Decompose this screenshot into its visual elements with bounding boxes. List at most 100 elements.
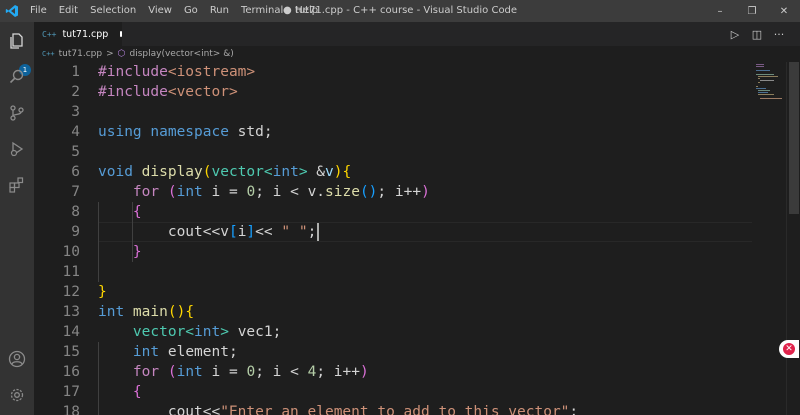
tab-label: tut71.cpp <box>62 28 109 40</box>
code-token: { <box>132 204 142 220</box>
line-number: 5 <box>71 144 80 160</box>
code-line[interactable]: 13 int main(){ <box>34 302 786 322</box>
code-line[interactable]: 14 vector<int> vec1; <box>34 322 786 342</box>
code-token: <vector> <box>167 84 238 100</box>
code-token: ( <box>202 164 212 180</box>
code-token: main <box>124 304 168 320</box>
vscode-logo-icon <box>0 0 24 22</box>
code-token: 0 <box>246 364 256 380</box>
code-token: vector< <box>211 164 273 180</box>
code-line[interactable]: 17 { <box>34 382 786 402</box>
menu-help[interactable]: Help <box>289 0 324 22</box>
breadcrumb: C++ tut71.cpp > ⬡ display(vector<int> &) <box>34 46 800 62</box>
code-editor[interactable]: 1 #include<iostream> 2 #include<vector> 3 4 us… <box>34 62 786 415</box>
restore-button[interactable]: ❐ <box>736 0 768 22</box>
code-line[interactable]: 10 } <box>34 242 786 262</box>
explorer-button[interactable] <box>0 24 34 58</box>
unsaved-dot-icon[interactable] <box>120 31 122 37</box>
code-text: int main(){ <box>98 302 194 322</box>
source-control-button[interactable] <box>0 96 34 130</box>
code-line[interactable]: 15 int element; <box>34 342 786 362</box>
code-line[interactable]: 3 <box>34 102 786 122</box>
line-number: 16 <box>62 364 80 380</box>
line-number: 10 <box>62 244 80 260</box>
line-number: 7 <box>71 184 80 200</box>
account-icon <box>8 350 26 368</box>
code-line[interactable]: 1 #include<iostream> <box>34 62 786 82</box>
symbol-method-icon: ⬡ <box>117 49 126 59</box>
tab-bar: C++ tut71.cpp ▷ ◫ ··· <box>34 22 800 46</box>
code-line[interactable]: 4 using namespace std; <box>34 122 786 142</box>
breadcrumb-symbol[interactable]: display(vector<int> &) <box>130 49 234 59</box>
code-line[interactable]: 2 #include<vector> <box>34 82 786 102</box>
code-token: ; i < v. <box>255 184 326 200</box>
code-token: > <box>298 164 317 180</box>
code-text: int element; <box>98 342 238 362</box>
code-token: & <box>316 164 326 180</box>
code-token: cout<<v <box>98 224 229 240</box>
menu-edit[interactable]: Edit <box>53 0 84 22</box>
code-line[interactable]: 6 void display(vector<int> &v){ <box>34 162 786 182</box>
close-button[interactable]: ✕ <box>768 0 800 22</box>
account-button[interactable] <box>0 342 34 376</box>
menu-bar: File Edit Selection View Go Run Terminal Help <box>24 0 324 22</box>
code-token: i = <box>202 184 247 200</box>
text-cursor <box>317 223 319 241</box>
code-token: [ <box>228 224 238 240</box>
menu-run[interactable]: Run <box>204 0 235 22</box>
code-line[interactable]: 16 for (int i = 0; i < 4; i++) <box>34 362 786 382</box>
search-button[interactable] <box>0 60 34 94</box>
code-token: i = <box>202 364 247 380</box>
menu-go[interactable]: Go <box>178 0 204 22</box>
indent-guide <box>98 202 99 282</box>
code-text: for (int i = 0; i < 4; i++) <box>98 362 369 382</box>
vertical-scrollbar[interactable] <box>786 62 800 415</box>
menu-selection[interactable]: Selection <box>84 0 142 22</box>
line-number: 1 <box>71 64 80 80</box>
tab-tut71-cpp[interactable]: C++ tut71.cpp <box>34 22 122 46</box>
run-file-button[interactable]: ▷ <box>724 22 746 46</box>
restore-icon: ❐ <box>747 5 757 17</box>
code-token: #include <box>98 64 168 80</box>
code-token: element; <box>159 344 238 360</box>
split-editor-button[interactable]: ◫ <box>746 22 768 46</box>
code-line[interactable]: 11 <box>34 262 786 282</box>
code-token: ( <box>167 184 177 200</box>
code-line[interactable]: 18 cout<<"Enter an element to add to thi… <box>34 402 786 415</box>
code-token: ; i++ <box>316 364 360 380</box>
code-token: display <box>132 164 203 180</box>
menu-view[interactable]: View <box>142 0 178 22</box>
line-number: 14 <box>62 324 80 340</box>
code-line[interactable]: 7 for (int i = 0; i < v.size(); i++) <box>34 182 786 202</box>
split-editor-icon: ◫ <box>751 27 763 41</box>
menu-file[interactable]: File <box>24 0 53 22</box>
code-token: () <box>167 304 186 320</box>
minimap[interactable] <box>752 62 786 415</box>
code-line[interactable]: 12} <box>34 282 786 302</box>
code-line[interactable]: 8 { <box>34 202 786 222</box>
breadcrumb-file[interactable]: tut71.cpp <box>59 49 102 59</box>
code-line[interactable]: 5 <box>34 142 786 162</box>
extensions-button[interactable] <box>0 168 34 202</box>
run-debug-button[interactable] <box>0 132 34 166</box>
code-text: using namespace std; <box>98 122 273 142</box>
settings-button[interactable] <box>0 378 34 412</box>
more-actions-button[interactable]: ··· <box>768 22 790 46</box>
line-number: 8 <box>71 204 80 220</box>
close-icon: ✕ <box>779 5 789 17</box>
code-text: { <box>98 202 142 222</box>
code-token: 4 <box>307 364 317 380</box>
floating-overlay-button[interactable]: ✕ <box>779 340 799 358</box>
activity-bar: 1 <box>0 22 34 415</box>
code-line[interactable]: 9 cout<<v[i]<< " "; <box>34 222 786 242</box>
scrollbar-thumb[interactable] <box>789 62 799 214</box>
minimize-button[interactable]: – <box>704 0 736 22</box>
code-token: using namespace <box>98 124 229 140</box>
code-token: ; i++ <box>377 184 422 200</box>
code-token: <iostream> <box>167 64 256 80</box>
menu-terminal[interactable]: Terminal <box>235 0 289 22</box>
